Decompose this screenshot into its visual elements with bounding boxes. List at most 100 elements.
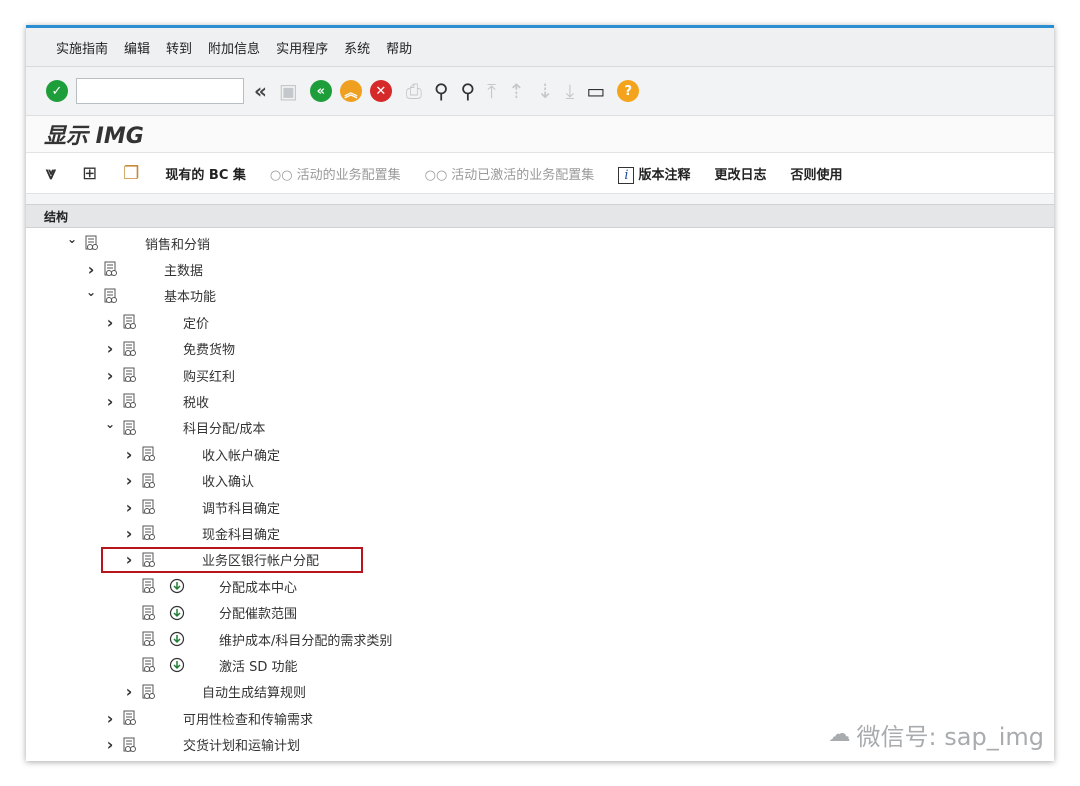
img-document-icon[interactable] [135,578,157,594]
img-document-icon[interactable] [116,420,138,436]
img-document-icon[interactable] [116,737,138,753]
menu-system[interactable]: 系统 [344,38,370,57]
img-document-icon[interactable] [135,657,157,673]
menu-utilities[interactable]: 实用程序 [276,38,328,57]
tree-node-label[interactable]: 自动生成结算规则 [202,679,306,705]
img-document-icon[interactable] [135,525,157,541]
check-icon[interactable]: ✓ [46,80,68,102]
tree-node-label[interactable]: 可用性检查和传输需求 [183,705,313,731]
chevron-right-icon[interactable]: › [104,735,116,754]
double-left-arrow-icon[interactable]: « [254,81,267,101]
activated-bc-sets-button[interactable]: ○○ 活动已激活的业务配置集 [425,164,595,183]
menu-edit[interactable]: 编辑 [124,38,150,57]
img-document-icon[interactable] [135,446,157,462]
img-document-icon[interactable] [78,235,100,251]
tree-node-label[interactable]: 分配催款范围 [219,600,297,626]
tree-node[interactable]: › [123,441,157,467]
tree-node-label[interactable]: 主数据 [164,256,203,282]
last-page-icon[interactable]: ⤓ [566,81,575,101]
chevron-down-icon[interactable]: ⌄ [104,417,116,431]
chevron-right-icon[interactable]: › [123,524,135,543]
tree-node[interactable]: › [123,468,157,494]
chevron-right-icon[interactable]: › [104,392,116,411]
tree-node[interactable]: ⌄ [85,283,119,309]
tree-node[interactable]: › [104,732,138,758]
img-document-icon[interactable] [116,341,138,357]
chevron-right-icon[interactable]: › [123,682,135,701]
active-bc-sets-button[interactable]: ○○ 活动的业务配置集 [270,164,401,183]
print-icon[interactable]: ⎙ [406,81,422,101]
img-document-icon[interactable] [116,393,138,409]
chevron-right-icon[interactable]: › [104,709,116,728]
chevron-right-icon[interactable]: › [123,498,135,517]
chevron-right-icon[interactable]: › [123,445,135,464]
tree-node-label[interactable]: 税收 [183,388,209,414]
execute-activity-icon[interactable] [157,631,185,647]
find-next-icon[interactable]: ⚲ [460,81,475,101]
tree-node[interactable]: › [104,362,138,388]
change-log-button[interactable]: 更改日志 [715,164,767,183]
tree-node-label[interactable]: 免费货物 [183,336,235,362]
chevron-right-icon[interactable]: › [104,339,116,358]
tree-node-label[interactable]: 交货计划和运输计划 [183,732,300,758]
chevron-right-icon[interactable]: › [123,471,135,490]
tree-node-label[interactable]: 购买红利 [183,362,235,388]
structure-icon[interactable]: ⊞ [82,163,97,184]
menu-help[interactable]: 帮助 [386,38,412,57]
find-icon[interactable]: ⚲ [434,81,449,101]
menu-implementation-guide[interactable]: 实施指南 [56,38,108,57]
tree-node[interactable]: ⌄ [66,230,100,256]
tree-node-label[interactable]: 维护成本/科目分配的需求类别 [219,626,392,652]
chevron-right-icon[interactable]: › [104,366,116,385]
tree-node-label[interactable]: 科目分配/成本 [183,415,265,441]
otherwise-use-button[interactable]: 否则使用 [791,164,843,183]
img-document-icon[interactable] [116,710,138,726]
tree-node-label[interactable]: 销售和分销 [145,230,210,256]
img-document-icon[interactable] [135,473,157,489]
cancel-icon[interactable]: ✕ [369,80,392,102]
menu-goto[interactable]: 转到 [166,38,192,57]
expand-all-icon[interactable]: ⩔ [46,163,56,184]
img-document-icon[interactable] [116,314,138,330]
tree-node-label[interactable]: 收入确认 [202,468,254,494]
tree-node-label[interactable]: 现金科目确定 [202,520,280,546]
execute-activity-icon[interactable] [157,657,185,673]
tree-node[interactable]: › [123,494,157,520]
create-session-icon[interactable]: ▭ [586,81,605,101]
img-document-icon[interactable] [135,499,157,515]
execute-activity-icon[interactable] [157,605,185,621]
command-field[interactable] [76,78,244,104]
chevron-down-icon[interactable]: ⌄ [66,232,78,246]
tree-node-label[interactable]: 调节科目确定 [202,494,280,520]
tree-node[interactable]: › [104,705,138,731]
tree-node[interactable]: › [85,256,119,282]
menu-extras[interactable]: 附加信息 [208,38,260,57]
tree-node[interactable] [123,573,185,599]
chevron-right-icon[interactable]: › [85,260,97,279]
tree-node[interactable] [123,600,185,626]
help-icon[interactable]: ? [617,80,640,102]
tree-node[interactable]: › [104,388,138,414]
existing-bc-sets-button[interactable]: 现有的 BC 集 [165,164,246,183]
tree-node-label[interactable]: 收入帐户确定 [202,441,280,467]
next-page-icon[interactable]: ⇣ [537,81,554,101]
tree-node[interactable]: › [104,309,138,335]
chevron-right-icon[interactable]: › [104,313,116,332]
release-notes-button[interactable]: i 版本注释 [618,164,691,184]
img-document-icon[interactable] [116,367,138,383]
documentation-icon[interactable]: ❐ [123,163,139,184]
first-page-icon[interactable]: ⤒ [487,81,496,101]
img-document-icon[interactable] [135,684,157,700]
tree-node-label[interactable]: 基本功能 [164,283,216,309]
tree-node-label[interactable]: 激活 SD 功能 [219,652,298,678]
tree-node[interactable] [123,626,185,652]
tree-node[interactable] [123,652,185,678]
tree-node[interactable]: › [104,336,138,362]
execute-activity-icon[interactable] [157,578,185,594]
img-document-icon[interactable] [135,631,157,647]
img-document-icon[interactable] [97,261,119,277]
chevron-down-icon[interactable]: ⌄ [85,285,97,299]
tree-node-label[interactable]: 定价 [183,309,209,335]
tree-node-label[interactable]: 分配成本中心 [219,573,297,599]
back-icon[interactable]: « [309,80,332,102]
